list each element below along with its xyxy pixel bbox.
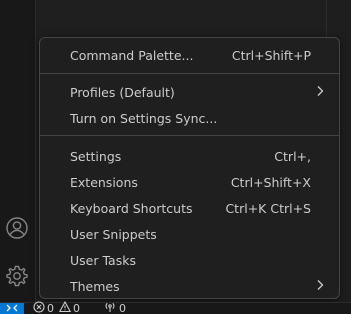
menu-item-user-snippets[interactable]: User Snippets bbox=[44, 222, 335, 246]
error-count: 0 bbox=[47, 301, 54, 314]
menu-item-profiles[interactable]: Profiles (Default) bbox=[44, 80, 335, 104]
menu-item-label: Themes bbox=[70, 278, 120, 294]
vscode-window: Command Palette... Ctrl+Shift+P Profiles… bbox=[0, 0, 351, 314]
account-icon[interactable] bbox=[4, 215, 30, 241]
menu-item-user-tasks[interactable]: User Tasks bbox=[44, 248, 335, 272]
warning-icon bbox=[58, 300, 72, 314]
warning-count: 0 bbox=[73, 301, 80, 314]
manage-gear-icon[interactable] bbox=[4, 263, 30, 289]
status-bar: 0 0 0 bbox=[0, 300, 351, 314]
error-icon bbox=[33, 301, 45, 314]
menu-item-label: Extensions bbox=[70, 174, 138, 190]
editor-divider bbox=[326, 0, 327, 40]
chevron-right-icon bbox=[315, 279, 325, 294]
problems-status-item[interactable]: 0 0 bbox=[33, 300, 80, 314]
menu-item-label: Profiles (Default) bbox=[70, 84, 175, 100]
menu-separator bbox=[40, 73, 339, 74]
ports-count: 0 bbox=[119, 301, 126, 314]
menu-item-settings-sync[interactable]: Turn on Settings Sync... bbox=[44, 106, 335, 130]
menu-item-label: Turn on Settings Sync... bbox=[70, 110, 218, 126]
menu-item-label: Settings bbox=[70, 148, 122, 164]
menu-item-label: User Snippets bbox=[70, 226, 157, 242]
menu-item-shortcut: Ctrl+Shift+X bbox=[230, 174, 311, 190]
menu-item-shortcut: Ctrl+, bbox=[274, 148, 311, 164]
menu-item-keyboard-shortcuts[interactable]: Keyboard Shortcuts Ctrl+K Ctrl+S bbox=[44, 196, 335, 220]
editor-tab-strip bbox=[39, 0, 327, 30]
chevron-right-icon bbox=[315, 85, 325, 100]
activity-bar bbox=[0, 0, 36, 302]
menu-item-shortcut: Ctrl+Shift+P bbox=[231, 47, 311, 63]
menu-item-label: Command Palette... bbox=[70, 47, 194, 63]
menu-separator bbox=[40, 135, 339, 136]
ports-icon bbox=[104, 301, 116, 314]
manage-context-menu: Command Palette... Ctrl+Shift+P Profiles… bbox=[39, 37, 340, 299]
ports-status-item[interactable]: 0 bbox=[104, 301, 126, 314]
menu-item-label: Keyboard Shortcuts bbox=[70, 200, 193, 216]
menu-item-extensions[interactable]: Extensions Ctrl+Shift+X bbox=[44, 170, 335, 194]
remote-indicator-button[interactable] bbox=[0, 303, 24, 314]
menu-item-themes[interactable]: Themes bbox=[44, 274, 335, 298]
remote-icon bbox=[6, 303, 18, 314]
menu-item-shortcut: Ctrl+K Ctrl+S bbox=[225, 200, 311, 216]
menu-item-command-palette[interactable]: Command Palette... Ctrl+Shift+P bbox=[44, 43, 335, 67]
menu-item-settings[interactable]: Settings Ctrl+, bbox=[44, 144, 335, 168]
menu-item-label: User Tasks bbox=[70, 252, 136, 268]
